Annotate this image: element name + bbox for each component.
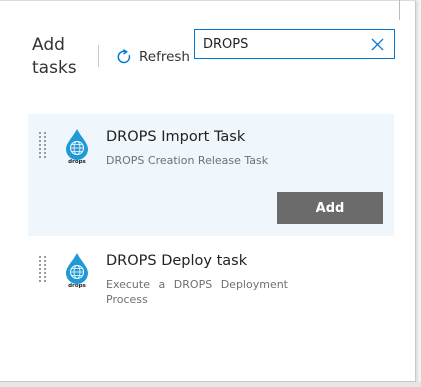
- add-button[interactable]: Add: [277, 192, 383, 224]
- task-item-drops-deploy[interactable]: drops DROPS Deploy task Execute a DROPS …: [28, 238, 394, 318]
- task-name: DROPS Deploy task: [106, 253, 248, 269]
- task-description: Execute a DROPS Deployment Process: [106, 278, 288, 306]
- drops-logo: drops: [66, 253, 88, 288]
- drops-logo-text: drops: [68, 283, 86, 288]
- task-name: DROPS Import Task: [106, 129, 246, 145]
- panel-title: Add tasks: [32, 35, 77, 78]
- refresh-button[interactable]: Refresh: [116, 46, 190, 68]
- drops-logo: drops: [66, 129, 88, 164]
- clear-icon[interactable]: [371, 38, 384, 51]
- task-item-drops-import[interactable]: drops DROPS Import Task DROPS Creation R…: [28, 114, 394, 236]
- search-input[interactable]: [203, 30, 368, 58]
- background-strip: [0, 382, 421, 387]
- drag-handle-icon[interactable]: [38, 256, 47, 284]
- panel-edge-notch: [399, 0, 400, 20]
- task-description: DROPS Creation Release Task: [106, 154, 269, 167]
- add-tasks-panel: Add tasks Refresh DROPS drops DROPS Impo…: [0, 0, 416, 382]
- header-divider: [98, 45, 99, 67]
- drops-logo-text: drops: [68, 159, 86, 164]
- refresh-label: Refresh: [139, 49, 190, 65]
- panel-top-edge: [0, 0, 416, 1]
- search-box[interactable]: [194, 29, 395, 59]
- refresh-icon: [117, 49, 131, 64]
- drag-handle-icon[interactable]: [38, 132, 47, 160]
